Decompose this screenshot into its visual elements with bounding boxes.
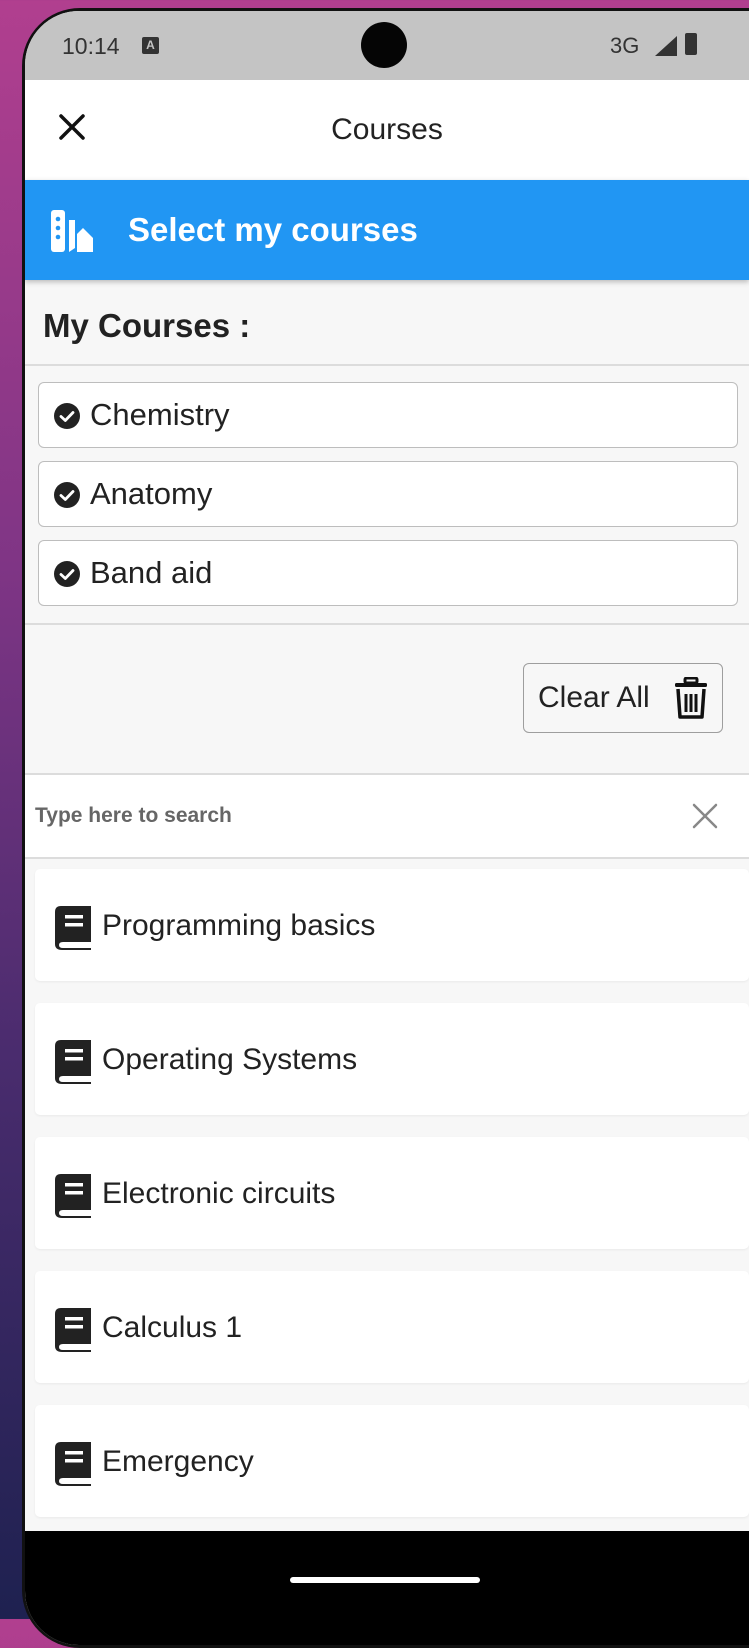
course-label: Programming basics [102, 909, 376, 942]
book-icon [55, 1442, 91, 1486]
signal-icon [655, 36, 677, 56]
select-my-courses-label: Select my courses [128, 211, 418, 248]
trash-icon [675, 677, 707, 719]
app-screen: 10:14 A 3G Courses Select my courses My … [25, 11, 749, 1645]
status-time: 10:14 [62, 33, 120, 59]
selected-course-chip[interactable]: Band aid [38, 540, 738, 606]
course-label: Electronic circuits [102, 1177, 336, 1210]
battery-icon [685, 33, 697, 55]
clear-all-label: Clear All [538, 681, 650, 714]
course-list-item[interactable]: Calculus 1 [35, 1271, 749, 1383]
divider [25, 857, 749, 859]
system-nav-bar [25, 1531, 749, 1645]
app-header: Courses [25, 80, 749, 180]
palette-icon [51, 210, 93, 252]
book-icon [55, 906, 91, 950]
a-icon: A [142, 37, 159, 54]
course-label: Operating Systems [102, 1043, 358, 1076]
course-list-item[interactable]: Electronic circuits [35, 1137, 749, 1249]
close-icon[interactable] [690, 801, 720, 831]
divider [25, 623, 749, 625]
course-list-item[interactable]: Emergency [35, 1405, 749, 1517]
chip-label: Band aid [90, 555, 213, 590]
selected-course-chip[interactable]: Chemistry [38, 382, 738, 448]
selected-course-chip[interactable]: Anatomy [38, 461, 738, 527]
camera-cutout [361, 22, 407, 68]
status-bar: 10:14 A 3G [25, 11, 749, 80]
course-list-item[interactable]: Programming basics [35, 869, 749, 981]
home-indicator[interactable] [290, 1577, 480, 1583]
search-bar [25, 775, 749, 857]
check-circle-icon [54, 482, 80, 508]
book-icon [55, 1174, 91, 1218]
phone-frame: 10:14 A 3G Courses Select my courses My … [22, 8, 749, 1648]
divider [25, 364, 749, 366]
course-label: Emergency [102, 1445, 254, 1478]
search-input[interactable] [33, 795, 657, 837]
course-label: Calculus 1 [102, 1311, 243, 1344]
chip-label: Chemistry [90, 397, 230, 432]
check-circle-icon [54, 403, 80, 429]
check-circle-icon [54, 561, 80, 587]
book-icon [55, 1040, 91, 1084]
course-list-item[interactable]: Operating Systems [35, 1003, 749, 1115]
page-title: Courses [331, 113, 443, 146]
chip-label: Anatomy [90, 476, 213, 511]
select-my-courses-button[interactable]: Select my courses [25, 180, 749, 280]
network-type: 3G [610, 33, 640, 58]
my-courses-title: My Courses : [43, 307, 251, 344]
clear-all-button[interactable]: Clear All [523, 663, 723, 733]
book-icon [55, 1308, 91, 1352]
